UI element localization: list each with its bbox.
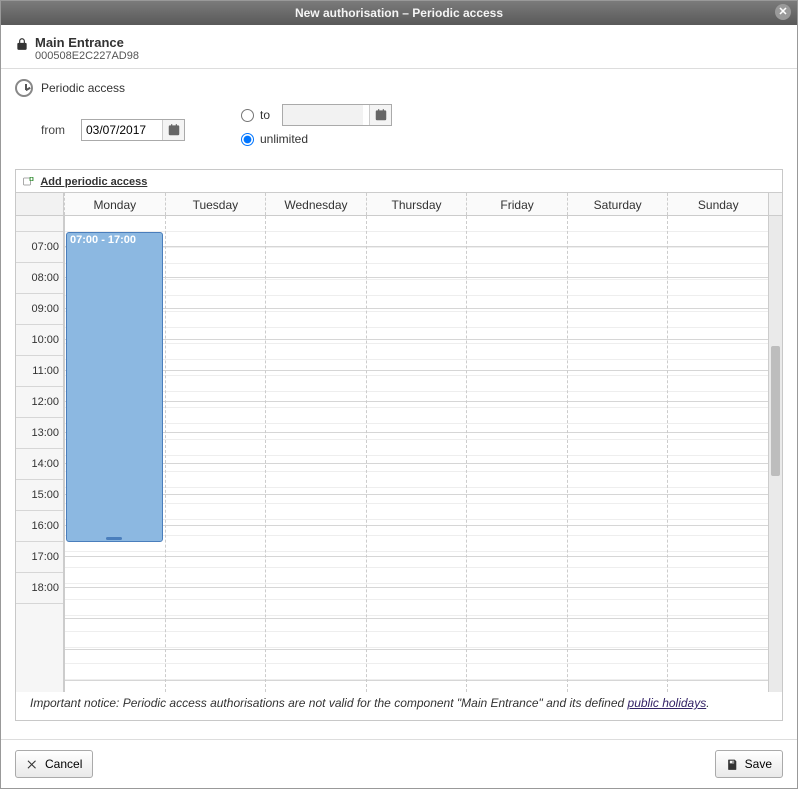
- clock-icon: [15, 79, 33, 97]
- hour-label: 16:00: [16, 511, 63, 542]
- hour-label: 17:00: [16, 542, 63, 573]
- from-date-field: [81, 119, 185, 141]
- to-date-picker-button[interactable]: [369, 105, 391, 125]
- section-label: Periodic access: [41, 81, 125, 95]
- date-range-section: Periodic access from to: [1, 69, 797, 169]
- from-label: from: [41, 123, 81, 137]
- component-title: Main Entrance: [35, 35, 139, 50]
- day-col-fri[interactable]: [466, 216, 567, 692]
- hour-label: 08:00: [16, 263, 63, 294]
- calendar-days-area[interactable]: 07:00 - 17:00: [64, 216, 768, 692]
- to-date-field: [282, 104, 392, 126]
- day-header-sat: Saturday: [567, 193, 668, 215]
- calendar-icon: [374, 108, 388, 122]
- calendar-header: Monday Tuesday Wednesday Thursday Friday…: [16, 192, 782, 216]
- titlebar: New authorisation – Periodic access ✕: [1, 1, 797, 25]
- unlimited-label: unlimited: [260, 132, 308, 146]
- lock-icon: [15, 37, 29, 51]
- component-id: 000508E2C227AD98: [35, 50, 139, 62]
- dialog-window: New authorisation – Periodic access ✕ Ma…: [0, 0, 798, 789]
- close-icon[interactable]: ✕: [775, 4, 791, 20]
- day-header-fri: Friday: [466, 193, 567, 215]
- add-periodic-access-link[interactable]: Add periodic access: [40, 176, 147, 188]
- hour-label: 15:00: [16, 480, 63, 511]
- calendar-icon: [167, 123, 181, 137]
- add-icon: [22, 176, 34, 188]
- to-label: to: [260, 108, 276, 122]
- event-block-monday[interactable]: 07:00 - 17:00: [66, 232, 163, 542]
- scrollbar-vertical[interactable]: [768, 216, 782, 692]
- hour-label: 11:00: [16, 356, 63, 387]
- radio-unlimited[interactable]: [241, 133, 254, 146]
- from-date-picker-button[interactable]: [162, 120, 184, 140]
- window-title: New authorisation – Periodic access: [295, 6, 503, 20]
- hour-label: 14:00: [16, 449, 63, 480]
- hour-label: 07:00: [16, 232, 63, 263]
- save-icon: [726, 758, 739, 771]
- from-date-input[interactable]: [82, 120, 162, 140]
- day-header-mon: Monday: [64, 193, 165, 215]
- public-holidays-link[interactable]: public holidays: [628, 696, 707, 710]
- day-col-tue[interactable]: [165, 216, 266, 692]
- hour-label: 18:00: [16, 573, 63, 604]
- day-col-sun[interactable]: [667, 216, 768, 692]
- day-col-wed[interactable]: [265, 216, 366, 692]
- hour-label: 10:00: [16, 325, 63, 356]
- day-header-wed: Wednesday: [265, 193, 366, 215]
- event-label: 07:00 - 17:00: [70, 234, 136, 246]
- day-header-sun: Sunday: [667, 193, 768, 215]
- resize-handle-icon[interactable]: [106, 537, 122, 540]
- day-col-thu[interactable]: [366, 216, 467, 692]
- hour-label: 12:00: [16, 387, 63, 418]
- time-gutter: 07:00 08:00 09:00 10:00 11:00 12:00 13:0…: [16, 216, 64, 692]
- cancel-icon: [26, 758, 39, 771]
- save-button[interactable]: Save: [715, 750, 783, 778]
- important-notice: Important notice: Periodic access author…: [30, 696, 768, 710]
- radio-to[interactable]: [241, 109, 254, 122]
- day-header-tue: Tuesday: [165, 193, 266, 215]
- dialog-footer: Cancel Save: [1, 739, 797, 788]
- day-col-mon[interactable]: 07:00 - 17:00: [64, 216, 165, 692]
- to-date-input[interactable]: [283, 105, 363, 125]
- schedule-grid: Add periodic access Monday Tuesday Wedne…: [15, 169, 783, 721]
- day-header-thu: Thursday: [366, 193, 467, 215]
- component-header: Main Entrance 000508E2C227AD98: [1, 25, 797, 69]
- hour-label: 09:00: [16, 294, 63, 325]
- day-col-sat[interactable]: [567, 216, 668, 692]
- hour-label: 13:00: [16, 418, 63, 449]
- cancel-button[interactable]: Cancel: [15, 750, 93, 778]
